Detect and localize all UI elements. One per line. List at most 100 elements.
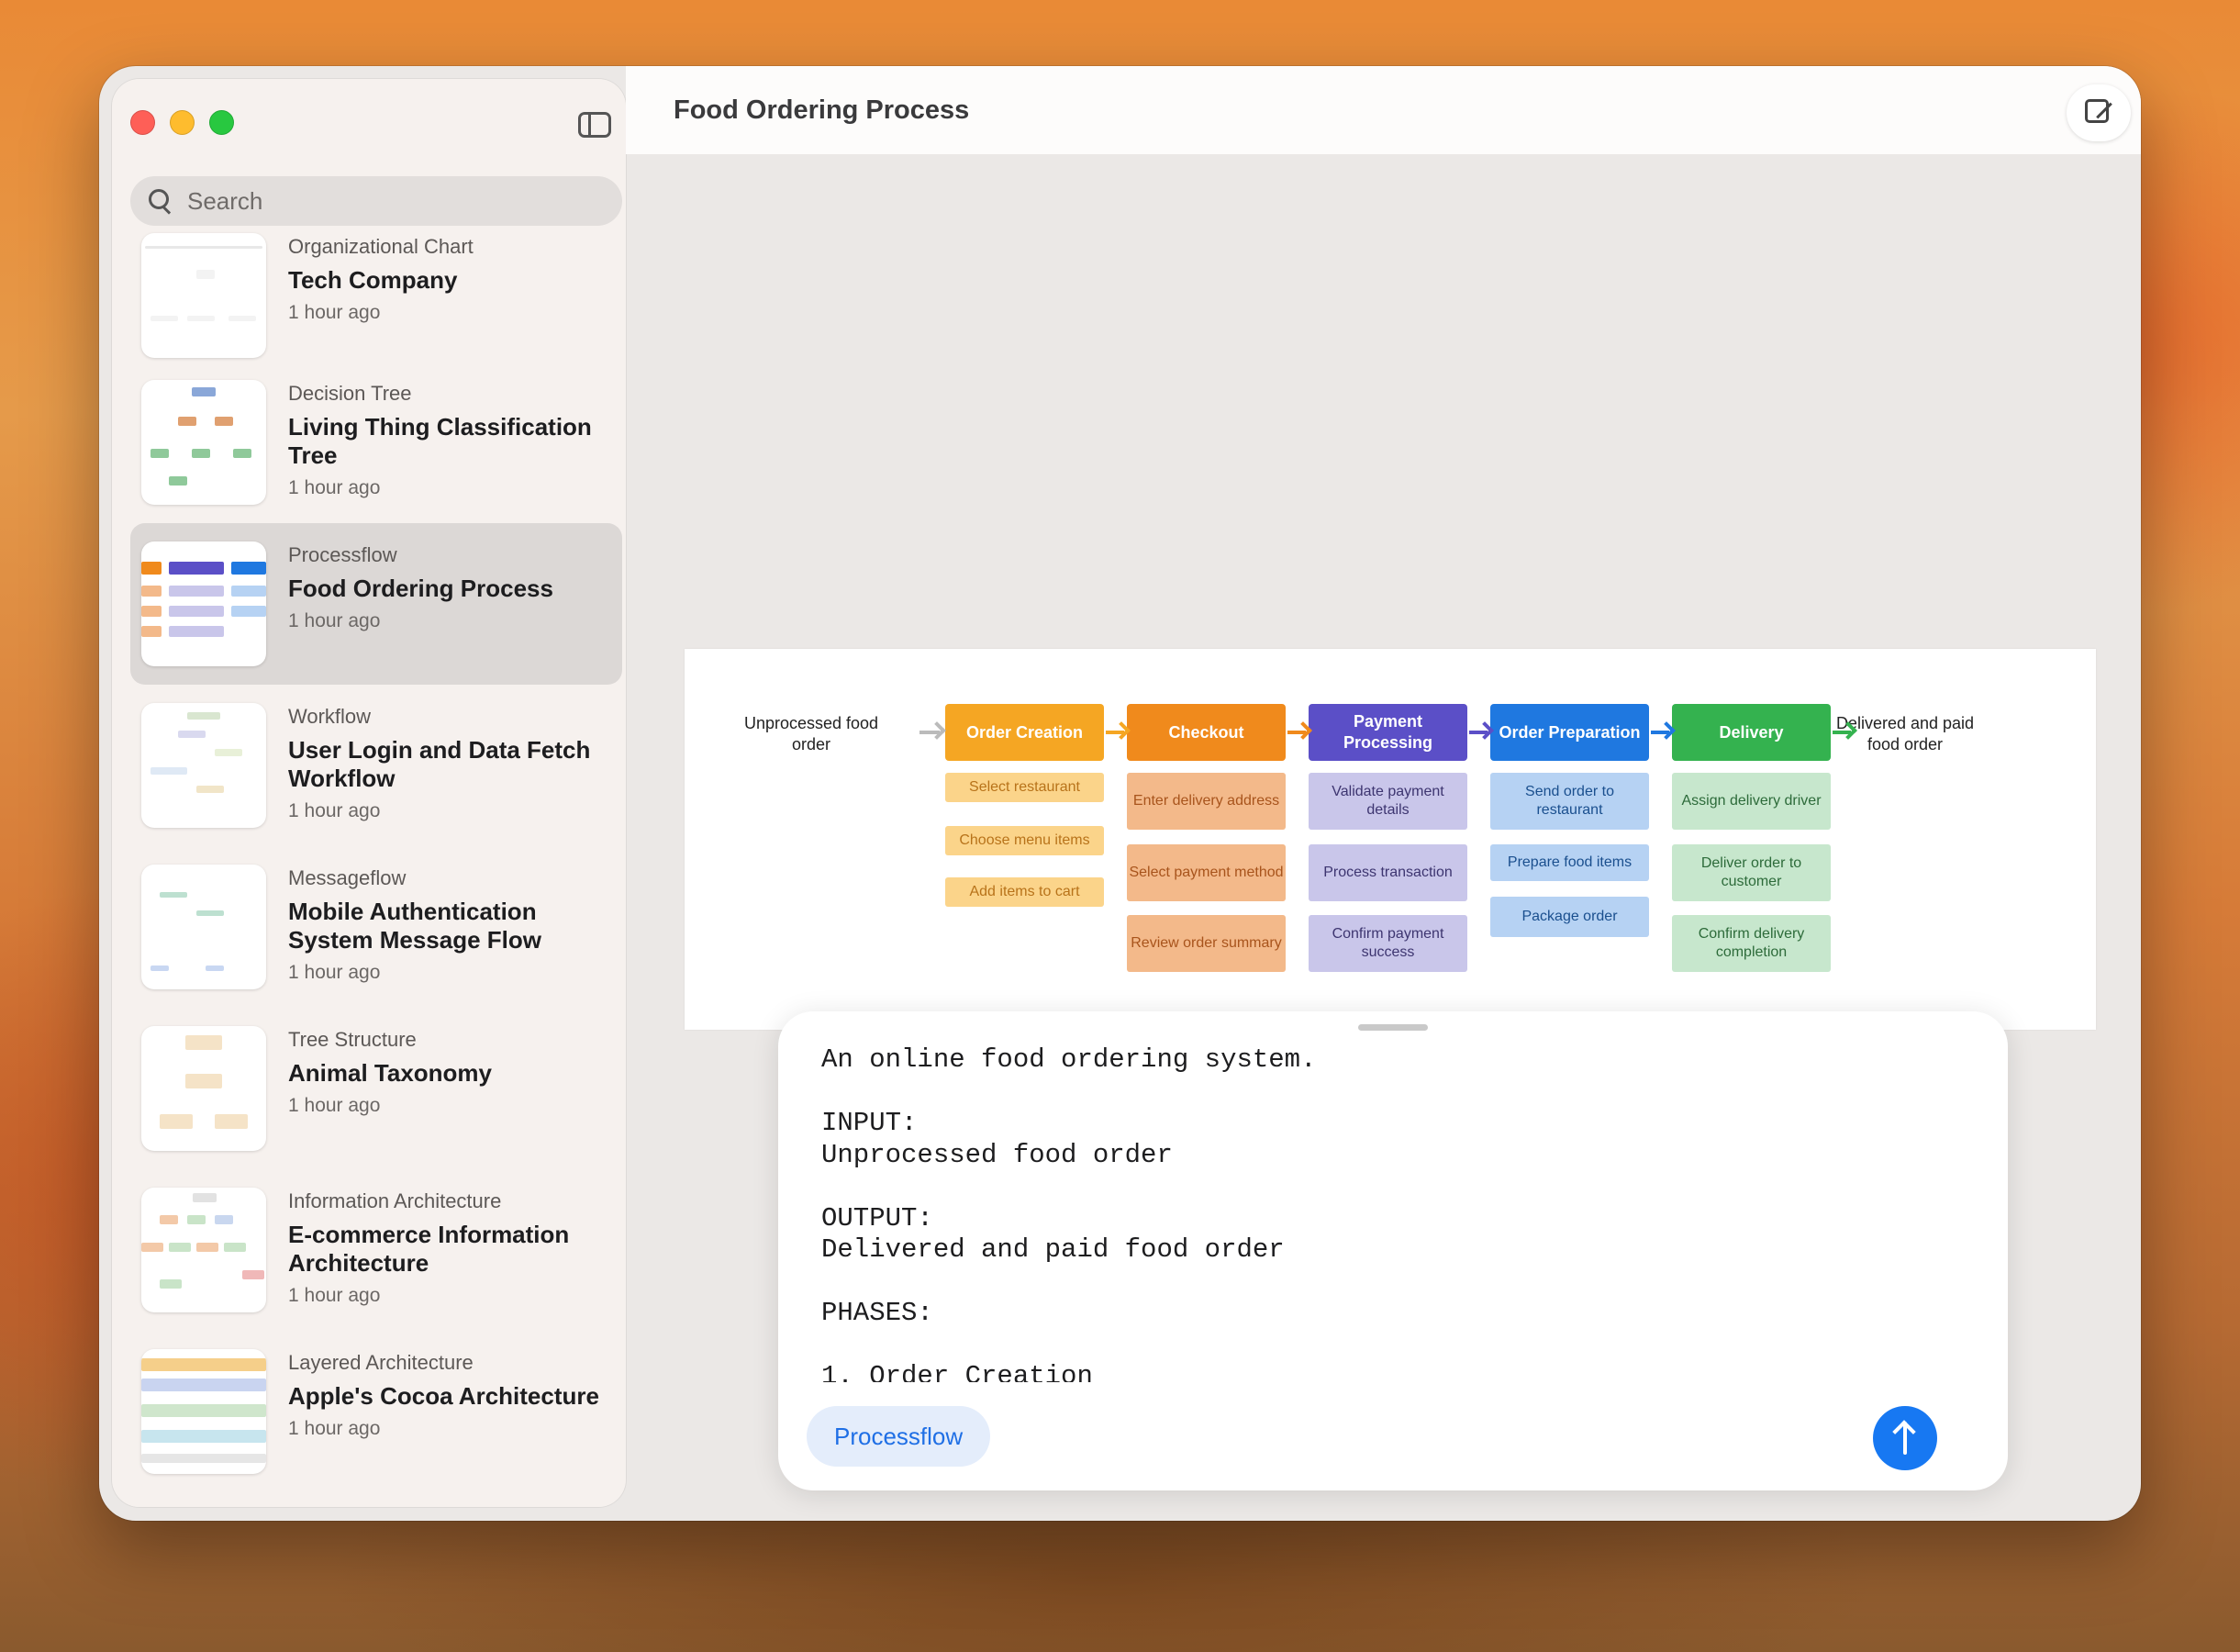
- document-item[interactable]: Decision Tree Living Thing Classification…: [130, 362, 622, 523]
- thumbnail-shape: [141, 606, 162, 617]
- thumbnail-shape: [196, 1243, 218, 1252]
- thumbnail-shape: [215, 1114, 248, 1129]
- document-type: Layered Architecture: [288, 1351, 474, 1374]
- document-item[interactable]: Information Architecture E-commerce Infor…: [130, 1169, 622, 1331]
- thumbnail-shape: [160, 1215, 178, 1224]
- thumbnail-shape: [150, 966, 169, 971]
- flow-arrow: [1469, 731, 1488, 734]
- new-document-button[interactable]: [2067, 84, 2131, 141]
- phase-step[interactable]: Process transaction: [1309, 844, 1467, 901]
- thumbnail-shape: [141, 1358, 266, 1371]
- document-item[interactable]: Organizational Chart Tech Company 1 hour a…: [130, 215, 622, 376]
- document-type: Decision Tree: [288, 382, 412, 405]
- prompt-textarea[interactable]: An online food ordering system. INPUT: U…: [821, 1044, 1959, 1382]
- diagram-canvas[interactable]: Unprocessed food order Delivered and pai…: [685, 649, 2096, 1030]
- phase-header[interactable]: Checkout: [1127, 704, 1286, 761]
- compose-icon: [2085, 99, 2109, 123]
- drag-handle[interactable]: [1358, 1024, 1428, 1031]
- thumbnail-shape: [187, 316, 215, 321]
- document-timestamp: 1 hour ago: [288, 800, 381, 821]
- phase-step[interactable]: Assign delivery driver: [1672, 773, 1831, 830]
- thumbnail-shape: [160, 1279, 182, 1289]
- document-item[interactable]: Tree Structure Animal Taxonomy 1 hour ago: [130, 1008, 622, 1169]
- phase-step[interactable]: Select restaurant: [945, 773, 1104, 802]
- input-label: Unprocessed food order: [743, 714, 879, 753]
- phase-step[interactable]: Confirm payment success: [1309, 915, 1467, 972]
- document-timestamp: 1 hour ago: [288, 477, 381, 498]
- sidebar-toggle-icon[interactable]: [578, 112, 611, 138]
- phase-step[interactable]: Validate payment details: [1309, 773, 1467, 830]
- minimize-icon[interactable]: [170, 110, 195, 135]
- document-name: Mobile Authentication System Message Flo…: [288, 898, 541, 954]
- document-type: Processflow: [288, 543, 397, 566]
- flow-arrow: [919, 731, 940, 734]
- thumbnail-shape: [141, 1243, 163, 1252]
- prompt-panel: An online food ordering system. INPUT: U…: [778, 1011, 2008, 1490]
- document-text: Organizational Chart Tech Company 1 hour a…: [288, 235, 609, 324]
- thumbnail-shape: [169, 606, 224, 617]
- phase-step[interactable]: Prepare food items: [1490, 844, 1649, 881]
- phase-step[interactable]: Send order to restaurant: [1490, 773, 1649, 830]
- search-input[interactable]: [185, 185, 593, 217]
- document-text: Tree Structure Animal Taxonomy 1 hour ago: [288, 1028, 609, 1117]
- document-type: Workflow: [288, 705, 372, 728]
- document-thumbnail: [141, 380, 266, 505]
- document-text: Layered Architecture Apple's Cocoa Archit…: [288, 1351, 609, 1440]
- document-name: Food Ordering Process: [288, 575, 553, 602]
- document-title: Food Ordering Process: [674, 95, 970, 125]
- flow-arrow: [1833, 731, 1851, 734]
- document-type: Information Architecture: [288, 1189, 502, 1212]
- document-item[interactable]: Messageflow Mobile Authentication System …: [130, 846, 622, 1008]
- thumbnail-shape: [141, 1454, 266, 1463]
- phase-step[interactable]: Choose menu items: [945, 826, 1104, 855]
- document-timestamp: 1 hour ago: [288, 302, 381, 323]
- document-name: Apple's Cocoa Architecture: [288, 1382, 599, 1410]
- send-arrow-icon: [1903, 1422, 1907, 1455]
- toolbar: Food Ordering Process: [626, 66, 2141, 154]
- phase-header[interactable]: Order Creation: [945, 704, 1104, 761]
- phase-header[interactable]: Payment Processing: [1309, 704, 1467, 761]
- thumbnail-shape: [187, 1215, 206, 1224]
- thumbnail-shape: [141, 562, 162, 575]
- thumbnail-shape: [141, 626, 162, 637]
- phase-step[interactable]: Review order summary: [1127, 915, 1286, 972]
- document-timestamp: 1 hour ago: [288, 962, 381, 983]
- thumbnail-shape: [160, 1114, 193, 1129]
- thumbnail-shape: [169, 1243, 191, 1252]
- document-item[interactable]: Client-Server Architecture: [130, 1492, 622, 1507]
- thumbnail-shape: [185, 1035, 222, 1050]
- phase-step[interactable]: Confirm delivery completion: [1672, 915, 1831, 972]
- phase-header[interactable]: Delivery: [1672, 704, 1831, 761]
- flow-arrow: [1106, 731, 1124, 734]
- phase-step[interactable]: Select payment method: [1127, 844, 1286, 901]
- thumbnail-shape: [224, 1243, 246, 1252]
- thumbnail-shape: [231, 606, 266, 617]
- phase-step[interactable]: Enter delivery address: [1127, 773, 1286, 830]
- thumbnail-shape: [141, 1430, 266, 1443]
- document-text: Information Architecture E-commerce Infor…: [288, 1189, 609, 1307]
- document-item[interactable]: Workflow User Login and Data Fetch Workfl…: [130, 685, 622, 846]
- zoom-icon[interactable]: [209, 110, 234, 135]
- thumbnail-shape: [178, 731, 206, 738]
- phase-step[interactable]: Package order: [1490, 897, 1649, 937]
- document-item[interactable]: Processflow Food Ordering Process 1 hour a…: [130, 523, 622, 685]
- search-icon: [149, 189, 173, 213]
- send-button[interactable]: [1873, 1406, 1937, 1470]
- thumbnail-shape: [231, 562, 266, 575]
- close-icon[interactable]: [130, 110, 155, 135]
- thumbnail-shape: [185, 1074, 222, 1088]
- thumbnail-shape: [192, 449, 210, 458]
- phase-step[interactable]: Deliver order to customer: [1672, 844, 1831, 901]
- thumbnail-shape: [215, 417, 233, 426]
- thumbnail-shape: [215, 1215, 233, 1224]
- document-name: Tech Company: [288, 266, 458, 294]
- thumbnail-shape: [196, 270, 215, 279]
- document-item[interactable]: Layered Architecture Apple's Cocoa Archit…: [130, 1331, 622, 1492]
- diagram-type-chip[interactable]: Processflow: [807, 1406, 991, 1467]
- document-thumbnail: [141, 1026, 266, 1151]
- thumbnail-shape: [196, 786, 224, 793]
- thumbnail-shape: [169, 562, 224, 575]
- phase-step[interactable]: Add items to cart: [945, 877, 1104, 907]
- phase-header[interactable]: Order Preparation: [1490, 704, 1649, 761]
- thumbnail-shape: [233, 449, 251, 458]
